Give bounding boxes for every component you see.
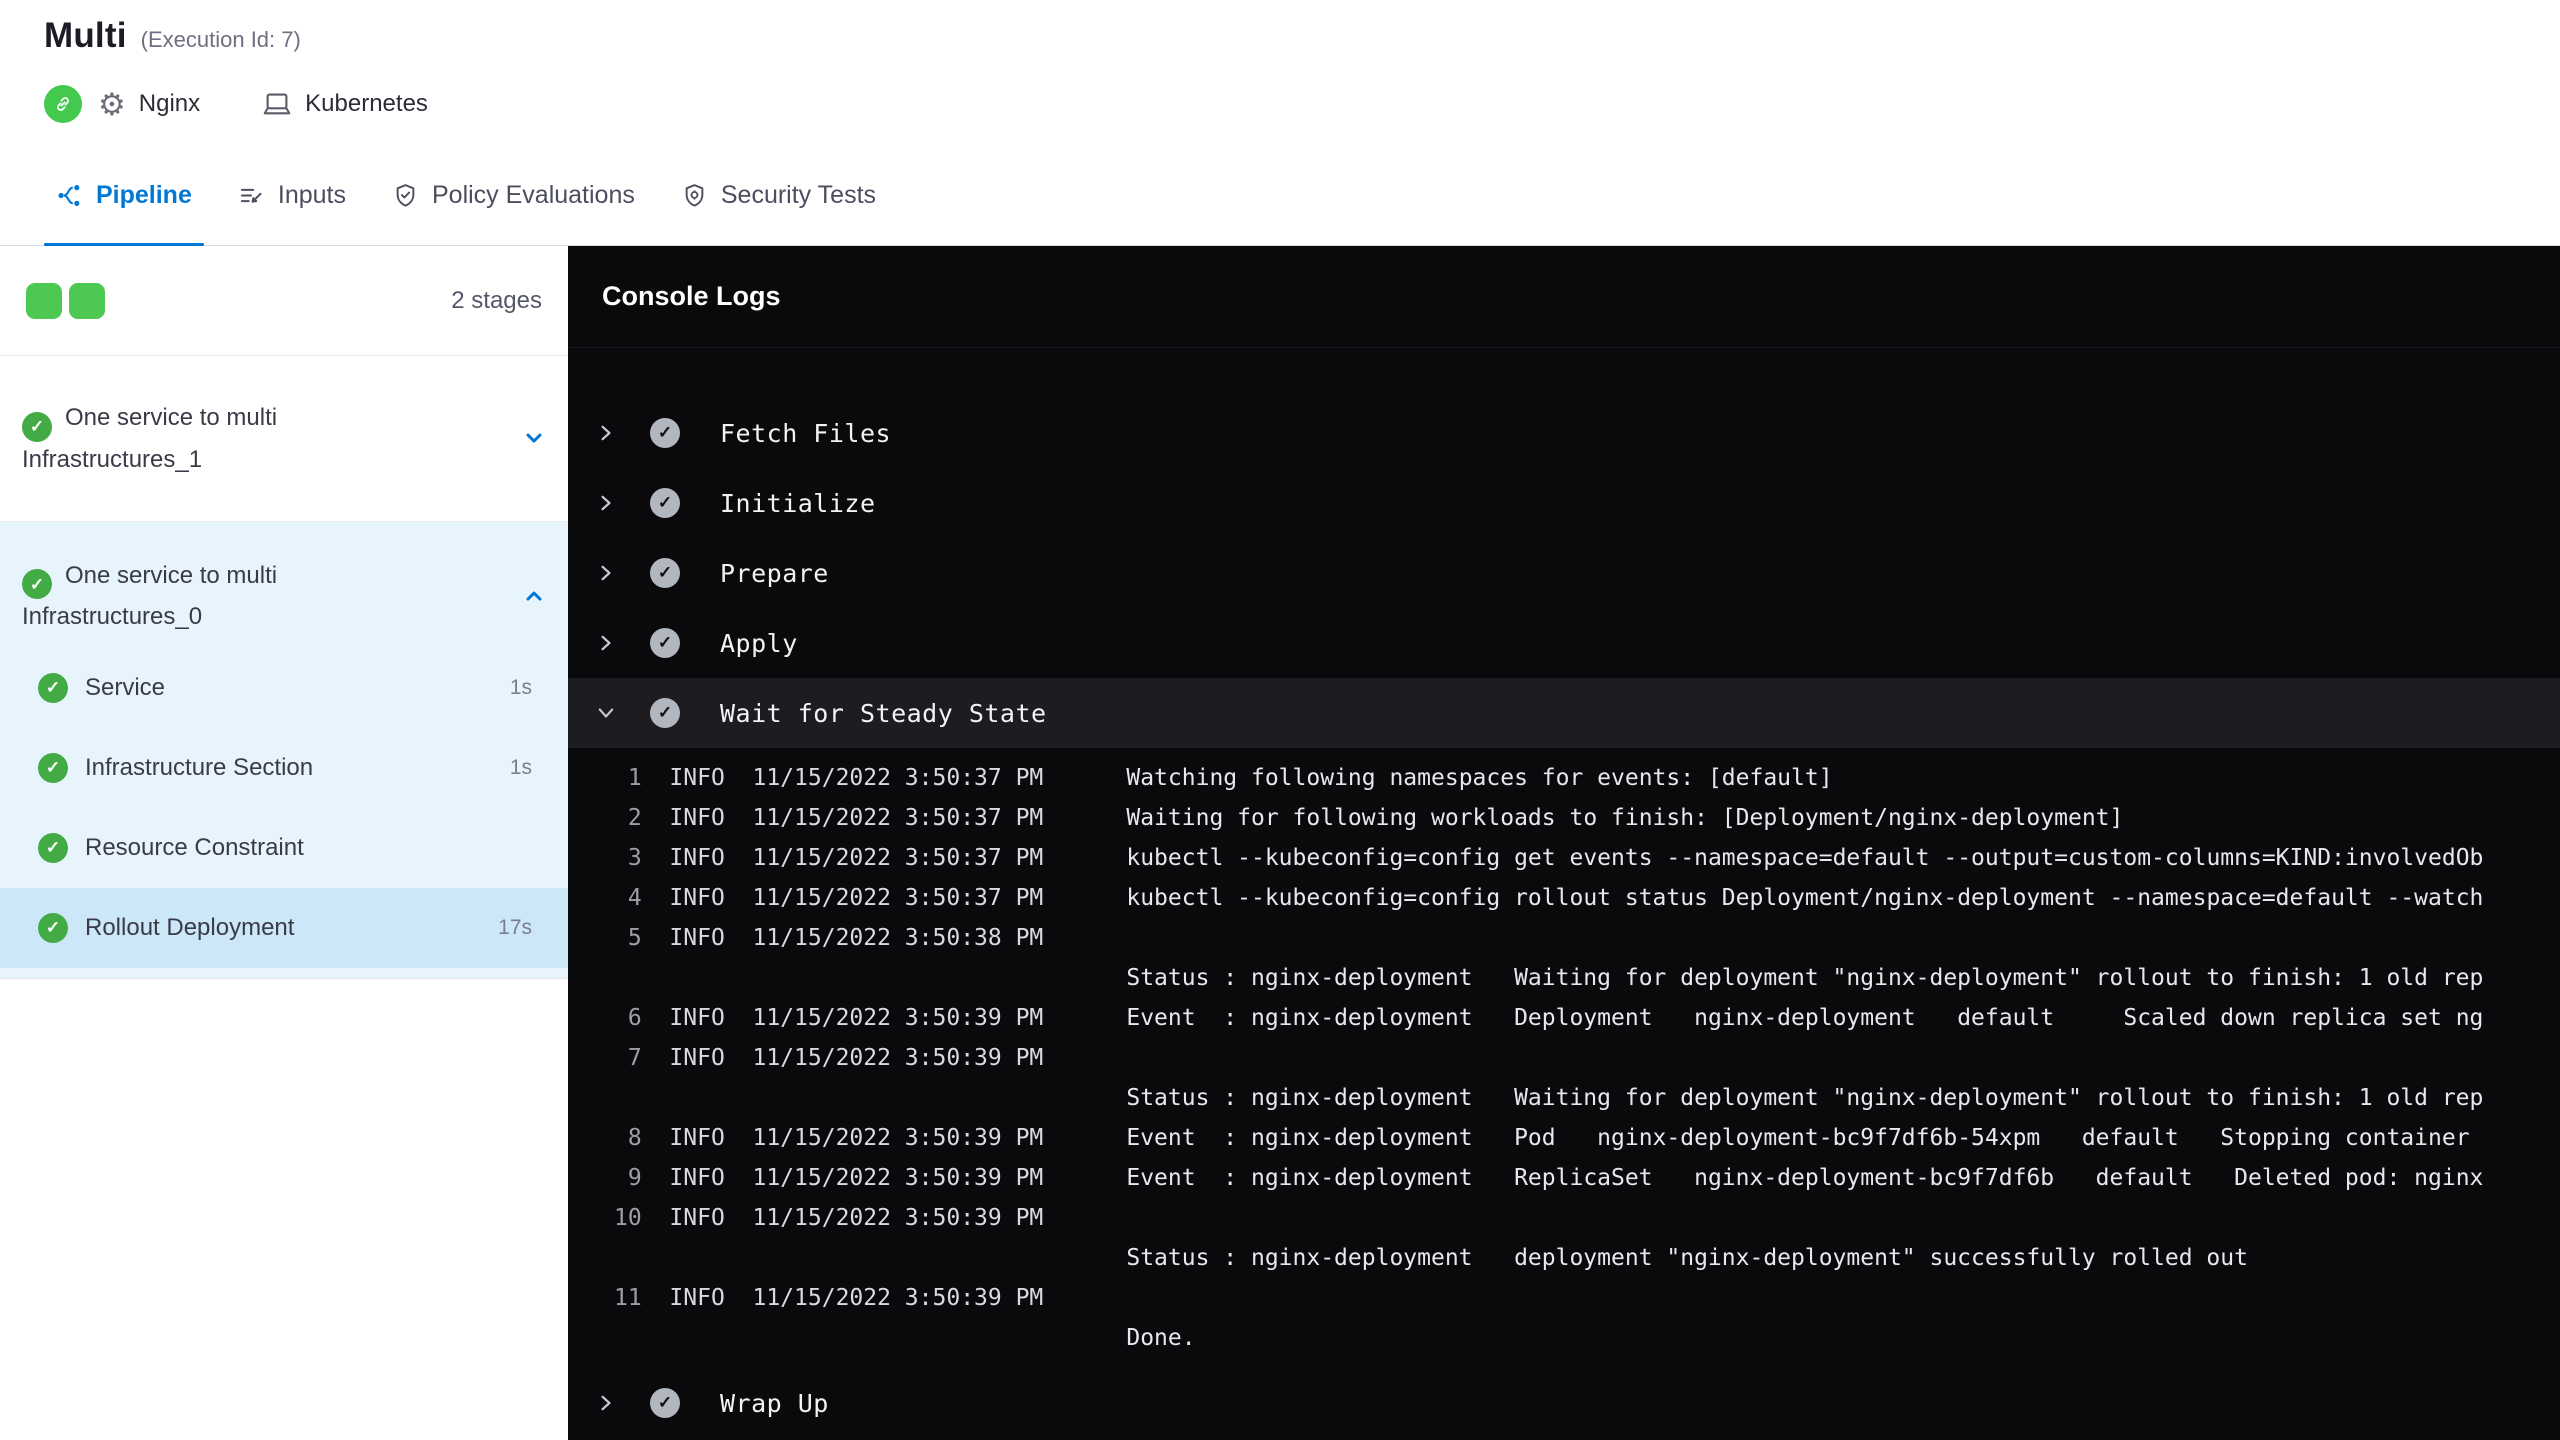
console-step-label: Apply [720,628,798,658]
tab-bar: Pipeline Inputs Policy Evaluations Secur… [0,146,2560,246]
log-line: 1 INFO 11/15/2022 3:50:37 PM Watching fo… [614,765,1833,791]
stage-step-resource-constraint[interactable]: ✓ Resource Constraint [0,808,568,888]
stage-name: One service to multi Infrastructures_0 [22,561,278,631]
step-success-icon: ✓ [38,833,68,863]
tab-policy-evaluations[interactable]: Policy Evaluations [376,146,651,245]
title-row: Multi (Execution Id: 7) [44,16,2516,64]
tab-security-tests[interactable]: Security Tests [665,146,892,245]
stage-step-infrastructure-section[interactable]: ✓ Infrastructure Section 1s [0,728,568,808]
console-step-label: Wait for Steady State [720,698,1047,728]
gear-icon[interactable]: ⚙ [98,89,126,120]
log-line: 5 INFO 11/15/2022 3:50:38 PM [614,925,1044,951]
page-title: Multi [44,16,127,55]
log-line: 6 INFO 11/15/2022 3:50:39 PM Event : ngi… [614,1005,2484,1031]
stage-item-infrastructures-0[interactable]: ✓ One service to multi Infrastructures_0 … [0,521,568,979]
stage-step-service[interactable]: ✓ Service 1s [0,648,568,728]
execution-meta-row: ⚙ Nginx Kubernetes [44,82,2516,126]
page-header: Multi (Execution Id: 7) ⚙ Nginx Kubernet… [0,0,2560,126]
step-success-icon: ✓ [38,753,68,783]
console-logs-title: Console Logs [602,281,781,311]
step-label: Rollout Deployment [85,914,295,941]
service-name: Nginx [138,90,201,117]
console-step-label: Wrap Up [720,1388,829,1418]
stage-success-icon: ✓ [22,569,52,599]
step-success-icon: ✓ [650,558,680,588]
step-label: Resource Constraint [85,834,304,861]
pipeline-icon [58,185,80,206]
stage-status-square[interactable] [69,282,105,319]
stage-status-square[interactable] [26,282,62,319]
log-line: 7 INFO 11/15/2022 3:50:39 PM [614,1045,1044,1071]
chevron-right-icon[interactable] [594,492,618,514]
log-line: Status : nginx-deployment deployment "ng… [614,1245,2248,1271]
chevron-right-icon[interactable] [594,562,618,584]
step-success-icon: ✓ [650,418,680,448]
log-line: Done. [614,1325,1196,1351]
log-line: 9 INFO 11/15/2022 3:50:39 PM Event : ngi… [614,1165,2484,1191]
console-step-label: Initialize [720,488,876,518]
chevron-right-icon[interactable] [594,422,618,444]
environment-name: Kubernetes [305,90,428,117]
log-line: 10 INFO 11/15/2022 3:50:39 PM [614,1205,1044,1231]
console-step-label: Fetch Files [720,418,892,448]
step-success-icon: ✓ [650,628,680,658]
console-step-wait-for-steady-state[interactable]: ✓ Wait for Steady State [568,678,2560,748]
console-step-initialize[interactable]: ✓ Initialize [568,468,2560,538]
console-body: ✓ Fetch Files ✓ Initialize ✓ Prepare ✓ Apply ✓ Wa… [568,348,2560,1440]
step-label: Infrastructure Section [85,754,314,781]
security-shield-icon [685,184,704,207]
execution-id: (Execution Id: 7) [140,27,301,52]
policy-shield-check-icon [396,184,415,207]
content-area: 2 stages ✓ One service to multi Infrastru… [0,246,2560,1440]
service-link-icon [44,85,82,123]
log-line: 3 INFO 11/15/2022 3:50:37 PM kubectl --k… [614,845,2484,871]
log-line: 8 INFO 11/15/2022 3:50:39 PM Event : ngi… [614,1125,2470,1151]
stage-name: One service to multi Infrastructures_1 [22,404,278,473]
tab-inputs[interactable]: Inputs [222,146,362,245]
inputs-icon [240,188,262,203]
step-duration: 1s [509,756,532,779]
console-logs-header: Console Logs [568,246,2560,348]
step-success-icon: ✓ [38,673,68,703]
log-line: 11 INFO 11/15/2022 3:50:39 PM [614,1285,1044,1311]
step-label: Service [85,674,166,701]
stage-step-list: ✓ Service 1s ✓ Infrastructure Section 1s ✓ Reso… [0,648,568,968]
log-line: 2 INFO 11/15/2022 3:50:37 PM Waiting for… [614,805,2124,831]
step-duration: 17s [498,916,532,939]
console-step-fetch-files[interactable]: ✓ Fetch Files [568,398,2560,468]
stage-success-icon: ✓ [22,411,52,442]
step-success-icon: ✓ [38,913,68,943]
log-line: Status : nginx-deployment Waiting for de… [614,965,2484,991]
log-lines: 1 INFO 11/15/2022 3:50:37 PM Watching fo… [568,748,2560,1368]
chevron-up-icon[interactable] [522,584,546,608]
log-line: 4 INFO 11/15/2022 3:50:37 PM kubectl --k… [614,885,2484,911]
tab-label: Pipeline [96,181,192,209]
console-step-wrap-up[interactable]: ✓ Wrap Up [568,1368,2560,1438]
tab-label: Inputs [277,181,346,209]
stage-count-label: 2 stages [451,286,542,314]
step-success-icon: ✓ [650,1388,680,1418]
step-success-icon: ✓ [650,488,680,518]
environment-icon [262,91,292,118]
console-logs-panel: Console Logs ✓ Fetch Files ✓ Initialize ✓ Pre… [568,246,2560,1440]
console-step-prepare[interactable]: ✓ Prepare [568,538,2560,608]
tab-pipeline[interactable]: Pipeline [40,146,208,246]
stage-summary-bar: 2 stages [0,246,568,356]
chevron-right-icon[interactable] [594,1392,618,1414]
step-duration: 1s [509,676,532,699]
log-line: Status : nginx-deployment Waiting for de… [614,1085,2484,1111]
chevron-right-icon[interactable] [594,632,618,654]
chevron-down-icon[interactable] [522,426,546,450]
console-step-label: Prepare [720,558,829,588]
chevron-down-icon[interactable] [594,702,618,724]
console-step-apply[interactable]: ✓ Apply [568,608,2560,678]
tab-label: Security Tests [720,181,877,209]
stage-item-infrastructures-1[interactable]: ✓ One service to multi Infrastructures_1 [0,356,568,522]
step-success-icon: ✓ [650,698,680,728]
tab-label: Policy Evaluations [431,181,635,209]
stage-sidebar: 2 stages ✓ One service to multi Infrastru… [0,246,568,1440]
stage-step-rollout-deployment[interactable]: ✓ Rollout Deployment 17s [0,888,568,968]
